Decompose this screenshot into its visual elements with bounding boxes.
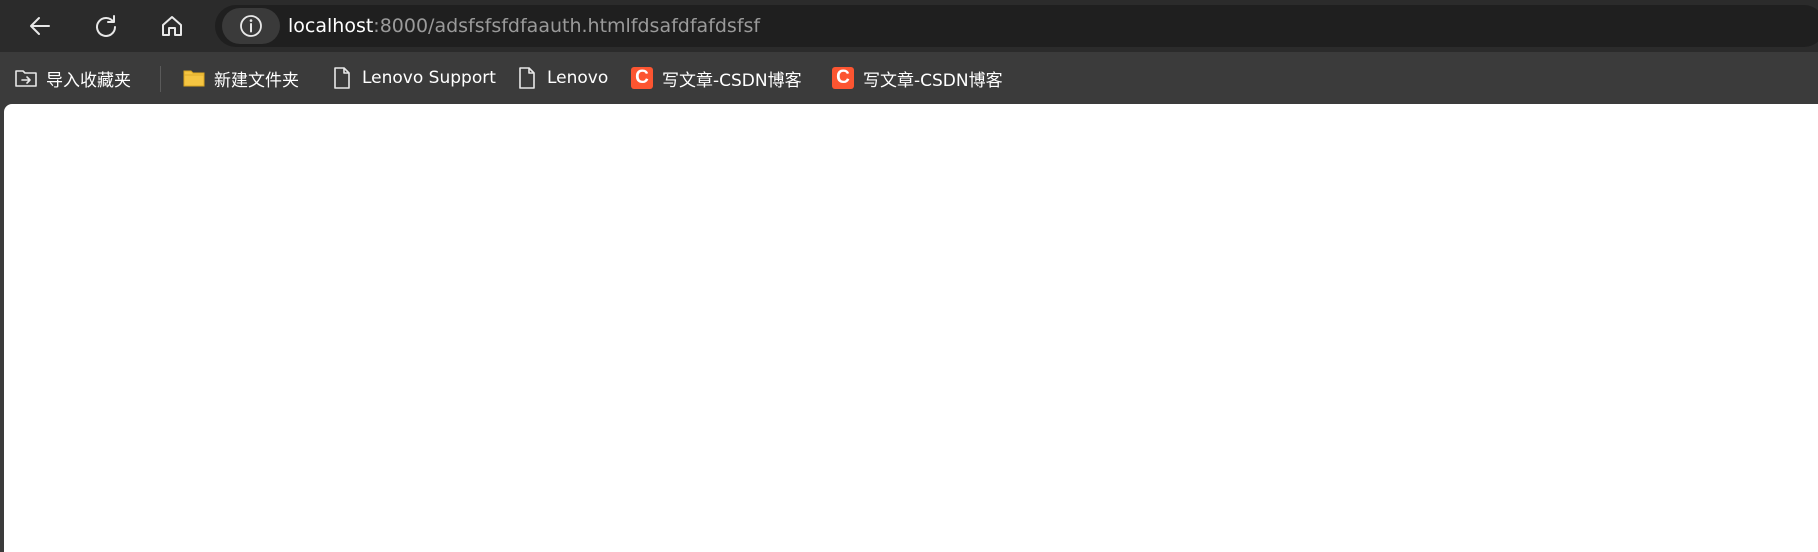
back-button[interactable] xyxy=(20,6,60,46)
url-path: :8000/adsfsfsfdfaauth.htmlfdsafdfafdsfsf xyxy=(373,15,761,37)
bookmark-csdn-1[interactable]: C 写文章-CSDN博客 xyxy=(630,61,802,95)
bookmark-label: 写文章-CSDN博客 xyxy=(863,70,1003,91)
folder-icon xyxy=(182,66,206,90)
csdn-icon: C xyxy=(831,66,855,90)
csdn-logo-letter: C xyxy=(631,67,653,89)
bookmark-new-folder[interactable]: 新建文件夹 xyxy=(182,61,299,95)
url-host: localhost xyxy=(288,15,374,37)
bookmark-label: Lenovo Support xyxy=(362,68,496,88)
bookmarks-bar: 导入收藏夹 新建文件夹 Lenovo Support Lenovo C 写文章-… xyxy=(0,52,1818,103)
info-icon xyxy=(240,15,262,37)
refresh-icon xyxy=(96,15,116,37)
page-content xyxy=(4,104,1818,552)
bookmark-lenovo-support[interactable]: Lenovo Support xyxy=(330,61,496,95)
browser-toolbar: localhost:8000/adsfsfsfdfaauth.htmlfdsaf… xyxy=(0,0,1818,52)
bookmark-label: 新建文件夹 xyxy=(214,70,299,91)
url-text[interactable]: localhost:8000/adsfsfsfdfaauth.htmlfdsaf… xyxy=(288,5,760,47)
address-bar[interactable]: localhost:8000/adsfsfsfdfaauth.htmlfdsaf… xyxy=(215,5,1818,47)
import-favorites-icon xyxy=(14,66,38,90)
bookmark-lenovo[interactable]: Lenovo xyxy=(515,61,608,95)
bookmark-separator xyxy=(160,66,161,92)
csdn-logo-letter: C xyxy=(832,67,854,89)
csdn-icon: C xyxy=(630,66,654,90)
bookmark-import-favorites[interactable]: 导入收藏夹 xyxy=(14,61,131,95)
home-button[interactable] xyxy=(152,6,192,46)
bookmark-label: Lenovo xyxy=(547,68,609,88)
arrow-left-icon xyxy=(30,17,50,35)
bookmark-csdn-2[interactable]: C 写文章-CSDN博客 xyxy=(831,61,1003,95)
home-icon xyxy=(162,16,182,36)
page-icon xyxy=(515,66,539,90)
site-info-button[interactable] xyxy=(222,8,280,44)
bookmark-label: 导入收藏夹 xyxy=(46,70,131,91)
refresh-button[interactable] xyxy=(86,6,126,46)
page-icon xyxy=(330,66,354,90)
bookmark-label: 写文章-CSDN博客 xyxy=(662,70,802,91)
